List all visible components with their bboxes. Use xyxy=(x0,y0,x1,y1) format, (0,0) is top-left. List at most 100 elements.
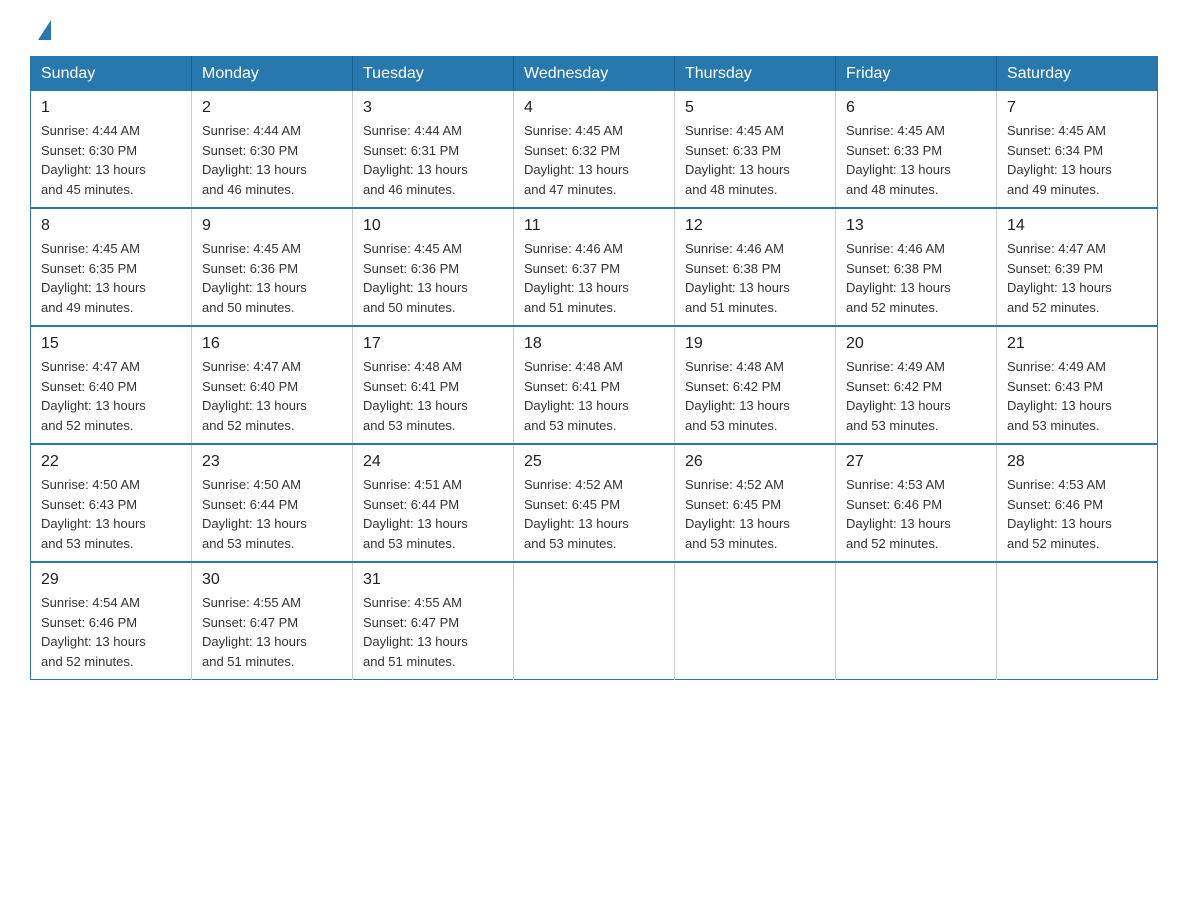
day-info: Sunrise: 4:48 AMSunset: 6:41 PMDaylight:… xyxy=(524,357,664,435)
calendar-day-cell: 26 Sunrise: 4:52 AMSunset: 6:45 PMDaylig… xyxy=(675,444,836,562)
day-info: Sunrise: 4:47 AMSunset: 6:39 PMDaylight:… xyxy=(1007,239,1147,317)
day-number: 4 xyxy=(524,99,664,117)
day-number: 20 xyxy=(846,335,986,353)
day-info: Sunrise: 4:45 AMSunset: 6:32 PMDaylight:… xyxy=(524,121,664,199)
calendar-week-row: 8 Sunrise: 4:45 AMSunset: 6:35 PMDayligh… xyxy=(31,208,1158,326)
calendar-day-cell: 25 Sunrise: 4:52 AMSunset: 6:45 PMDaylig… xyxy=(514,444,675,562)
day-number: 1 xyxy=(41,99,181,117)
day-number: 16 xyxy=(202,335,342,353)
day-number: 15 xyxy=(41,335,181,353)
day-info: Sunrise: 4:53 AMSunset: 6:46 PMDaylight:… xyxy=(1007,475,1147,553)
calendar-day-cell: 18 Sunrise: 4:48 AMSunset: 6:41 PMDaylig… xyxy=(514,326,675,444)
calendar-day-cell: 27 Sunrise: 4:53 AMSunset: 6:46 PMDaylig… xyxy=(836,444,997,562)
calendar-day-cell: 31 Sunrise: 4:55 AMSunset: 6:47 PMDaylig… xyxy=(353,562,514,680)
day-number: 26 xyxy=(685,453,825,471)
day-info: Sunrise: 4:55 AMSunset: 6:47 PMDaylight:… xyxy=(202,593,342,671)
calendar-table: SundayMondayTuesdayWednesdayThursdayFrid… xyxy=(30,56,1158,680)
day-number: 31 xyxy=(363,571,503,589)
calendar-day-cell: 8 Sunrise: 4:45 AMSunset: 6:35 PMDayligh… xyxy=(31,208,192,326)
day-number: 2 xyxy=(202,99,342,117)
weekday-header-cell: Tuesday xyxy=(353,57,514,92)
calendar-day-cell: 23 Sunrise: 4:50 AMSunset: 6:44 PMDaylig… xyxy=(192,444,353,562)
day-info: Sunrise: 4:46 AMSunset: 6:38 PMDaylight:… xyxy=(846,239,986,317)
day-number: 7 xyxy=(1007,99,1147,117)
day-info: Sunrise: 4:45 AMSunset: 6:36 PMDaylight:… xyxy=(202,239,342,317)
calendar-day-cell: 5 Sunrise: 4:45 AMSunset: 6:33 PMDayligh… xyxy=(675,91,836,208)
calendar-week-row: 1 Sunrise: 4:44 AMSunset: 6:30 PMDayligh… xyxy=(31,91,1158,208)
day-number: 6 xyxy=(846,99,986,117)
calendar-day-cell: 14 Sunrise: 4:47 AMSunset: 6:39 PMDaylig… xyxy=(997,208,1158,326)
day-info: Sunrise: 4:47 AMSunset: 6:40 PMDaylight:… xyxy=(202,357,342,435)
calendar-day-cell: 9 Sunrise: 4:45 AMSunset: 6:36 PMDayligh… xyxy=(192,208,353,326)
weekday-header-row: SundayMondayTuesdayWednesdayThursdayFrid… xyxy=(31,57,1158,92)
day-number: 27 xyxy=(846,453,986,471)
calendar-day-cell: 13 Sunrise: 4:46 AMSunset: 6:38 PMDaylig… xyxy=(836,208,997,326)
calendar-day-cell: 24 Sunrise: 4:51 AMSunset: 6:44 PMDaylig… xyxy=(353,444,514,562)
day-number: 8 xyxy=(41,217,181,235)
day-info: Sunrise: 4:52 AMSunset: 6:45 PMDaylight:… xyxy=(685,475,825,553)
calendar-day-cell: 10 Sunrise: 4:45 AMSunset: 6:36 PMDaylig… xyxy=(353,208,514,326)
weekday-header-cell: Wednesday xyxy=(514,57,675,92)
day-info: Sunrise: 4:44 AMSunset: 6:30 PMDaylight:… xyxy=(202,121,342,199)
calendar-body: 1 Sunrise: 4:44 AMSunset: 6:30 PMDayligh… xyxy=(31,91,1158,680)
day-number: 11 xyxy=(524,217,664,235)
day-number: 25 xyxy=(524,453,664,471)
day-number: 18 xyxy=(524,335,664,353)
day-number: 30 xyxy=(202,571,342,589)
calendar-day-cell: 22 Sunrise: 4:50 AMSunset: 6:43 PMDaylig… xyxy=(31,444,192,562)
day-number: 13 xyxy=(846,217,986,235)
calendar-day-cell: 11 Sunrise: 4:46 AMSunset: 6:37 PMDaylig… xyxy=(514,208,675,326)
day-info: Sunrise: 4:53 AMSunset: 6:46 PMDaylight:… xyxy=(846,475,986,553)
weekday-header-cell: Thursday xyxy=(675,57,836,92)
day-info: Sunrise: 4:49 AMSunset: 6:43 PMDaylight:… xyxy=(1007,357,1147,435)
day-number: 14 xyxy=(1007,217,1147,235)
page-header xyxy=(30,20,1158,40)
day-number: 28 xyxy=(1007,453,1147,471)
day-info: Sunrise: 4:50 AMSunset: 6:43 PMDaylight:… xyxy=(41,475,181,553)
calendar-day-cell: 6 Sunrise: 4:45 AMSunset: 6:33 PMDayligh… xyxy=(836,91,997,208)
calendar-day-cell xyxy=(514,562,675,680)
calendar-day-cell: 30 Sunrise: 4:55 AMSunset: 6:47 PMDaylig… xyxy=(192,562,353,680)
calendar-day-cell: 17 Sunrise: 4:48 AMSunset: 6:41 PMDaylig… xyxy=(353,326,514,444)
calendar-day-cell: 3 Sunrise: 4:44 AMSunset: 6:31 PMDayligh… xyxy=(353,91,514,208)
day-number: 10 xyxy=(363,217,503,235)
day-info: Sunrise: 4:45 AMSunset: 6:35 PMDaylight:… xyxy=(41,239,181,317)
day-number: 9 xyxy=(202,217,342,235)
day-info: Sunrise: 4:48 AMSunset: 6:41 PMDaylight:… xyxy=(363,357,503,435)
calendar-day-cell: 19 Sunrise: 4:48 AMSunset: 6:42 PMDaylig… xyxy=(675,326,836,444)
calendar-day-cell xyxy=(836,562,997,680)
calendar-day-cell: 21 Sunrise: 4:49 AMSunset: 6:43 PMDaylig… xyxy=(997,326,1158,444)
calendar-day-cell xyxy=(675,562,836,680)
day-info: Sunrise: 4:50 AMSunset: 6:44 PMDaylight:… xyxy=(202,475,342,553)
day-info: Sunrise: 4:45 AMSunset: 6:36 PMDaylight:… xyxy=(363,239,503,317)
weekday-header-cell: Sunday xyxy=(31,57,192,92)
day-number: 12 xyxy=(685,217,825,235)
calendar-day-cell: 4 Sunrise: 4:45 AMSunset: 6:32 PMDayligh… xyxy=(514,91,675,208)
calendar-week-row: 29 Sunrise: 4:54 AMSunset: 6:46 PMDaylig… xyxy=(31,562,1158,680)
calendar-day-cell: 1 Sunrise: 4:44 AMSunset: 6:30 PMDayligh… xyxy=(31,91,192,208)
weekday-header-cell: Monday xyxy=(192,57,353,92)
day-number: 23 xyxy=(202,453,342,471)
day-info: Sunrise: 4:54 AMSunset: 6:46 PMDaylight:… xyxy=(41,593,181,671)
day-info: Sunrise: 4:47 AMSunset: 6:40 PMDaylight:… xyxy=(41,357,181,435)
calendar-day-cell: 12 Sunrise: 4:46 AMSunset: 6:38 PMDaylig… xyxy=(675,208,836,326)
day-info: Sunrise: 4:46 AMSunset: 6:38 PMDaylight:… xyxy=(685,239,825,317)
day-number: 29 xyxy=(41,571,181,589)
day-number: 17 xyxy=(363,335,503,353)
weekday-header-cell: Saturday xyxy=(997,57,1158,92)
logo xyxy=(30,20,55,40)
calendar-day-cell: 7 Sunrise: 4:45 AMSunset: 6:34 PMDayligh… xyxy=(997,91,1158,208)
day-info: Sunrise: 4:44 AMSunset: 6:31 PMDaylight:… xyxy=(363,121,503,199)
calendar-day-cell: 20 Sunrise: 4:49 AMSunset: 6:42 PMDaylig… xyxy=(836,326,997,444)
calendar-week-row: 15 Sunrise: 4:47 AMSunset: 6:40 PMDaylig… xyxy=(31,326,1158,444)
calendar-day-cell: 15 Sunrise: 4:47 AMSunset: 6:40 PMDaylig… xyxy=(31,326,192,444)
day-info: Sunrise: 4:44 AMSunset: 6:30 PMDaylight:… xyxy=(41,121,181,199)
day-number: 5 xyxy=(685,99,825,117)
logo-triangle-icon xyxy=(38,20,51,40)
day-info: Sunrise: 4:45 AMSunset: 6:33 PMDaylight:… xyxy=(846,121,986,199)
day-number: 19 xyxy=(685,335,825,353)
day-info: Sunrise: 4:46 AMSunset: 6:37 PMDaylight:… xyxy=(524,239,664,317)
day-info: Sunrise: 4:51 AMSunset: 6:44 PMDaylight:… xyxy=(363,475,503,553)
day-number: 21 xyxy=(1007,335,1147,353)
day-info: Sunrise: 4:52 AMSunset: 6:45 PMDaylight:… xyxy=(524,475,664,553)
